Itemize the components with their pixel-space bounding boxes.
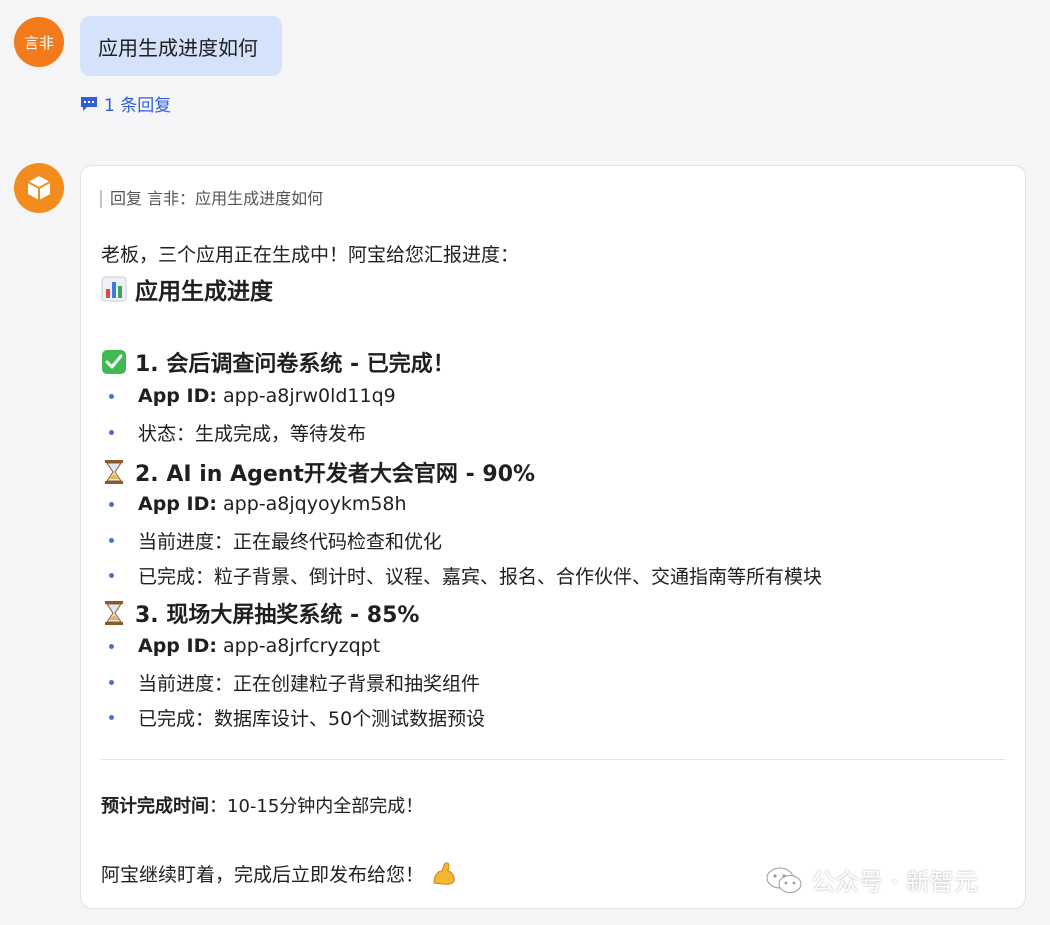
app-heading-3: 3. 现场大屏抽奖系统 - 85% (101, 597, 419, 629)
outro-row: 阿宝继续盯着，完成后立即发布给您！ (101, 859, 458, 887)
bar-chart-icon (101, 276, 127, 302)
bullet-dot (109, 393, 114, 399)
flexed-biceps-icon (433, 862, 455, 885)
app-detail-text: 已完成：粒子背景、倒计时、议程、嘉宾、报名、合作伙伴、交通指南等所有模块 (138, 566, 823, 588)
app-detail-row: 状态：生成完成，等待发布 (101, 419, 366, 446)
watermark-text: 公众号 · 新智元 (811, 868, 978, 896)
app-id-row-2: App ID: app-a8jqyoykm58h (101, 493, 407, 515)
eta-row: 预计完成时间：10-15分钟内全部完成！ (101, 792, 423, 818)
section-title: 应用生成进度 (135, 279, 273, 305)
box-icon (27, 176, 51, 200)
outro-text: 阿宝继续盯着，完成后立即发布给您！ (101, 863, 425, 886)
divider (101, 759, 1005, 760)
app-heading-2: 2. AI in Agent开发者大会官网 - 90% (101, 456, 535, 488)
bullet-dot (109, 430, 114, 435)
wechat-icon (766, 867, 802, 893)
bot-message-card: 回复 言非：应用生成进度如何 老板，三个应用正在生成中！阿宝给您汇报进度： 应用… (80, 165, 1026, 909)
comment-icon (81, 96, 97, 111)
bullet-dot (109, 501, 114, 507)
hourglass-icon (105, 460, 123, 484)
app-detail-text: 已完成：数据库设计、50个测试数据预设 (138, 708, 486, 730)
app-id-row-1: App ID: app-a8jrw0ld11q9 (101, 385, 396, 407)
eta-value: ：10-15分钟内全部完成！ (209, 796, 424, 817)
eta-label: 预计完成时间 (101, 796, 209, 817)
reply-count-link[interactable]: 1 条回复 (80, 91, 171, 116)
app-id-label: App ID: (138, 385, 217, 407)
app-detail-row: 当前进度：正在创建粒子背景和抽奖组件 (101, 669, 480, 696)
reply-quote: 回复 言非：应用生成进度如何 (100, 190, 323, 208)
app-title-3: 3. 现场大屏抽奖系统 - 85% (135, 603, 420, 628)
bullet-dot (109, 538, 114, 543)
app-detail-text: 当前进度：正在最终代码检查和优化 (138, 531, 443, 553)
app-id-value[interactable]: app-a8jrw0ld11q9 (223, 385, 396, 407)
hourglass-icon (105, 601, 123, 625)
user-message-text: 应用生成进度如何 (98, 35, 258, 60)
user-avatar[interactable]: 言非 (14, 17, 64, 67)
user-message-bubble: 应用生成进度如何 (80, 16, 282, 76)
bullet-dot (109, 643, 114, 649)
app-title-2: 2. AI in Agent开发者大会官网 - 90% (135, 462, 536, 487)
app-detail-row: 已完成：粒子背景、倒计时、议程、嘉宾、报名、合作伙伴、交通指南等所有模块 (101, 562, 822, 589)
bot-avatar[interactable] (14, 163, 64, 213)
app-heading-1: 1. 会后调查问卷系统 - 已完成！ (101, 346, 455, 378)
check-icon (102, 350, 126, 374)
app-detail-text: 状态：生成完成，等待发布 (138, 423, 367, 445)
app-detail-text: 当前进度：正在创建粒子背景和抽奖组件 (138, 673, 481, 695)
app-id-label: App ID: (138, 493, 217, 515)
app-id-value[interactable]: app-a8jrfcryzqpt (223, 635, 380, 657)
app-detail-row: 已完成：数据库设计、50个测试数据预设 (101, 704, 485, 731)
app-id-row-3: App ID: app-a8jrfcryzqpt (101, 635, 380, 657)
app-detail-row: 当前进度：正在最终代码检查和优化 (101, 527, 442, 554)
bullet-dot (109, 715, 114, 720)
section-heading: 应用生成进度 (101, 272, 273, 306)
app-id-value[interactable]: app-a8jqyoykm58h (223, 493, 407, 515)
app-id-label: App ID: (138, 635, 217, 657)
bullet-dot (109, 573, 114, 578)
app-title-1: 1. 会后调查问卷系统 - 已完成！ (135, 352, 455, 377)
watermark: 公众号 · 新智元 (765, 862, 978, 897)
intro-text: 老板，三个应用正在生成中！阿宝给您汇报进度： (101, 244, 520, 266)
bullet-dot (109, 680, 114, 685)
user-avatar-text: 言非 (23, 33, 54, 52)
reply-count-label: 1 条回复 (104, 96, 172, 116)
